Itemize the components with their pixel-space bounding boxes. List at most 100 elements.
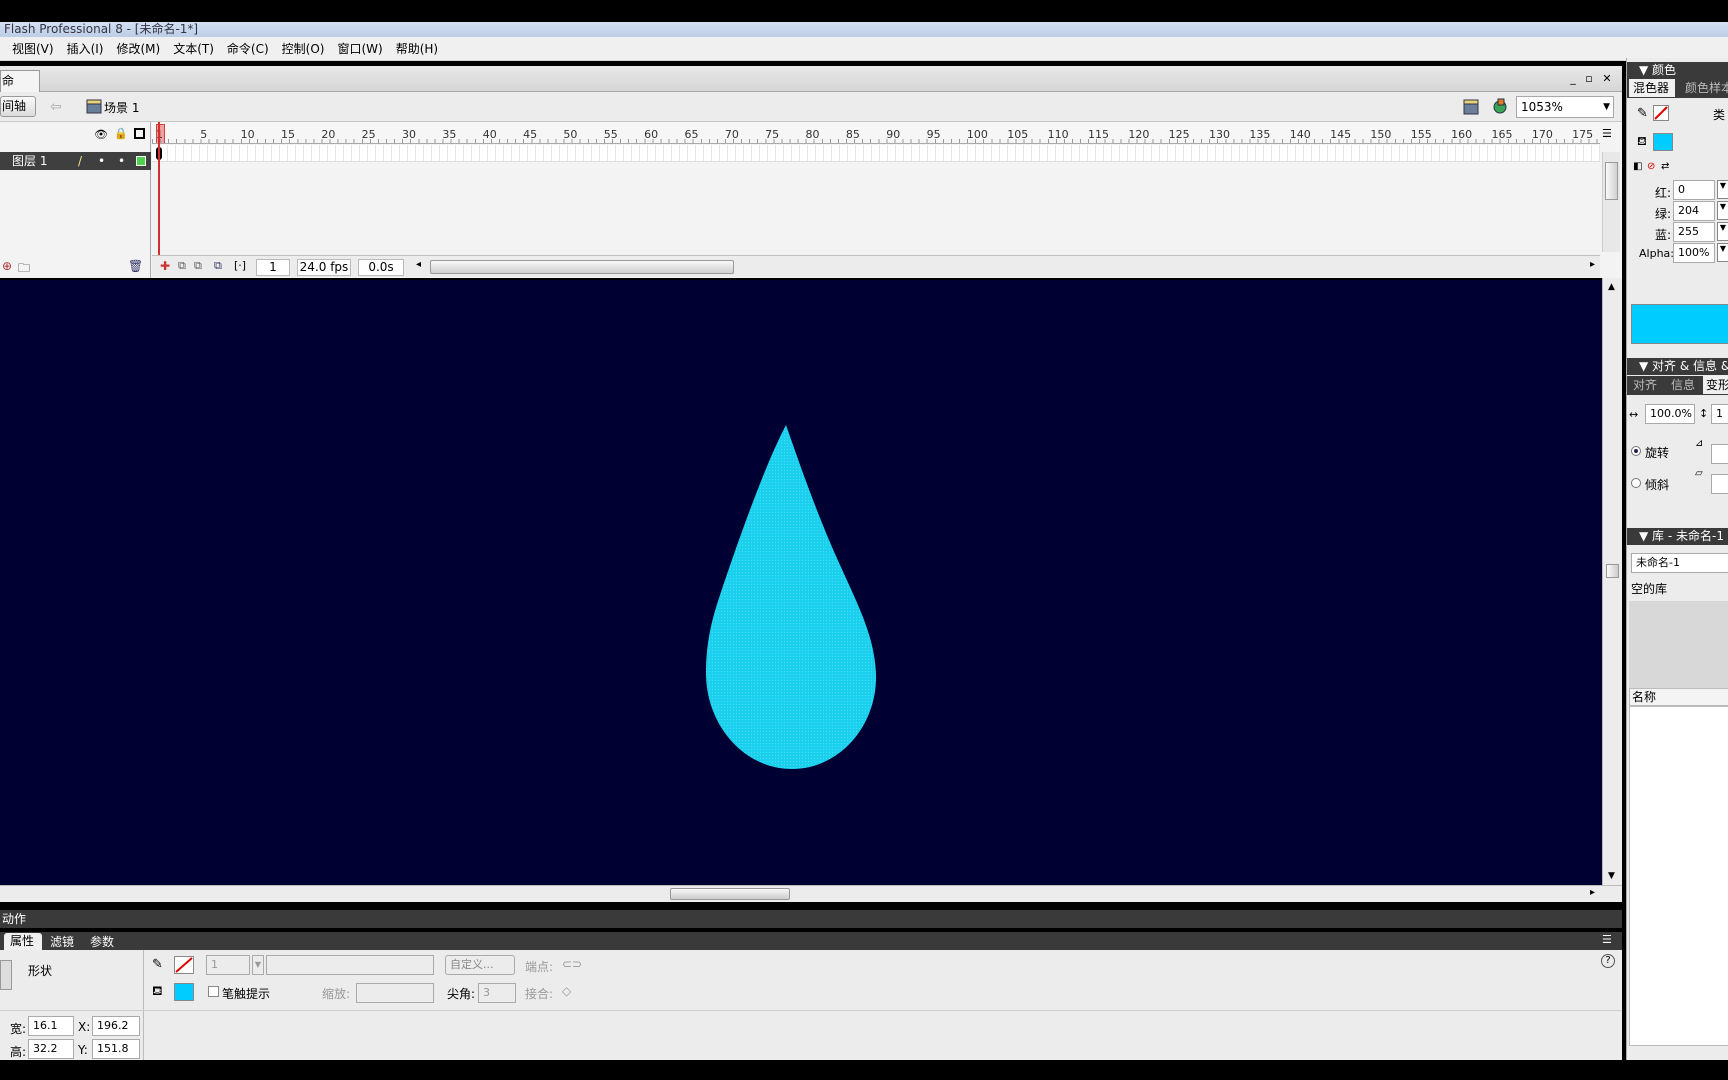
stage-vscroll-thumb[interactable] [1606, 564, 1619, 578]
stroke-color-swatch[interactable] [1653, 105, 1669, 121]
y-field[interactable]: 151.8 [92, 1039, 140, 1059]
stroke-height-chevron-icon[interactable]: ▼ [252, 955, 264, 975]
join-icon[interactable]: ◇ [562, 984, 571, 998]
miter-field[interactable]: 3 [478, 983, 516, 1003]
zoom-select[interactable]: 1053% ▼ [1516, 96, 1614, 118]
stroke-height-field[interactable]: 1 [206, 955, 250, 975]
stage-hscroll[interactable]: ▸ [0, 885, 1622, 902]
actions-panel-header[interactable]: 动作 [0, 910, 1622, 928]
scale-width-field[interactable]: 100.0% [1645, 404, 1695, 424]
menu-help[interactable]: 帮助(H) [396, 40, 438, 57]
height-field[interactable]: 32.2 [28, 1039, 74, 1059]
tab-properties[interactable]: 属性 [4, 933, 42, 950]
back-arrow-icon[interactable]: ⇦ [50, 100, 64, 114]
fill-color-swatch[interactable] [174, 983, 194, 1001]
tab-color-mixer[interactable]: 混色器 [1629, 79, 1675, 97]
panel-menu-icon[interactable]: ☰ [1602, 933, 1612, 946]
tab-color-swatches[interactable]: 颜色样本 [1685, 79, 1728, 97]
chevron-down-icon[interactable]: ▼ [1717, 222, 1728, 241]
frame-ruler[interactable]: 1510152025303540455055606570758085909510… [152, 122, 1600, 144]
lock-icon[interactable]: 🔒 [114, 127, 128, 140]
menu-commands[interactable]: 命令(C) [227, 40, 269, 57]
layer-outline-color[interactable] [136, 156, 146, 166]
scale-height-field[interactable]: 1 [1711, 404, 1728, 424]
menu-view[interactable]: 视图(V) [12, 40, 54, 57]
scale-select[interactable] [356, 983, 434, 1003]
align-panel-header[interactable]: ▼ 对齐 & 信息 & [1627, 358, 1728, 375]
onion-skin-icon[interactable]: ⧉ [178, 259, 186, 273]
library-list[interactable] [1629, 706, 1728, 1046]
frame-row[interactable] [152, 145, 1600, 162]
chevron-down-icon[interactable]: ▼ [1717, 243, 1728, 262]
alpha-field[interactable]: 100% [1673, 243, 1715, 263]
blue-field[interactable]: 255 [1673, 222, 1715, 242]
tab-parameters[interactable]: 参数 [90, 933, 114, 950]
frame-rate-field[interactable]: 24.0 fps [297, 259, 351, 276]
add-layer-icon[interactable]: ⊕ [2, 259, 12, 273]
edit-scene-icon[interactable] [1462, 98, 1480, 116]
rotate-field[interactable] [1711, 444, 1728, 464]
menu-insert[interactable]: 插入(I) [67, 40, 104, 57]
scroll-right-icon[interactable]: ▸ [1590, 887, 1595, 898]
add-folder-icon[interactable]: 🗀 [18, 259, 30, 280]
tab-filters[interactable]: 滤镜 [50, 933, 74, 950]
scroll-up-icon[interactable]: ▲ [1608, 282, 1615, 292]
modify-markers-icon[interactable]: [·] [234, 259, 246, 272]
menu-modify[interactable]: 修改(M) [116, 40, 160, 57]
menu-control[interactable]: 控制(O) [282, 40, 325, 57]
stage-hscroll-thumb[interactable] [670, 888, 790, 900]
cap-icon[interactable]: ⊂⊃ [562, 957, 582, 971]
chevron-down-icon[interactable]: ▼ [1717, 180, 1728, 199]
close-doc-button[interactable]: ✕ [1600, 72, 1614, 86]
skew-radio[interactable] [1631, 478, 1641, 488]
fill-color-swatch[interactable] [1653, 133, 1673, 151]
stroke-color-swatch[interactable] [174, 956, 194, 974]
help-icon[interactable]: ? [1601, 954, 1615, 968]
center-frame-icon[interactable]: ✚ [160, 259, 170, 273]
tab-info[interactable]: 信息 [1671, 376, 1695, 394]
menu-text[interactable]: 文本(T) [173, 40, 214, 57]
eye-icon[interactable]: 👁 [94, 128, 108, 141]
library-name-header[interactable]: 名称 [1629, 688, 1728, 706]
stage[interactable] [0, 280, 1602, 885]
minimize-doc-button[interactable]: _ [1566, 72, 1580, 86]
timeline-toggle-button[interactable]: 间轴 [0, 96, 36, 117]
chevron-down-icon[interactable]: ▼ [1717, 201, 1728, 220]
layer-row[interactable]: 图层 1 / • • [0, 152, 151, 170]
swap-colors-icon[interactable]: ⇄ [1661, 161, 1669, 172]
timeline-hscroll-thumb[interactable] [430, 260, 734, 274]
teardrop-shape[interactable] [700, 425, 880, 770]
tab-transform[interactable]: 变形 [1703, 376, 1728, 394]
scroll-right-icon[interactable]: ▸ [1590, 259, 1595, 270]
default-colors-icon[interactable]: ◧ [1633, 161, 1642, 172]
edit-symbol-icon[interactable] [1490, 97, 1510, 117]
x-field[interactable]: 196.2 [92, 1016, 140, 1036]
rotate-radio[interactable] [1631, 446, 1641, 456]
tab-align[interactable]: 对齐 [1633, 376, 1657, 394]
stroke-style-select[interactable] [266, 955, 434, 975]
scroll-left-icon[interactable]: ◂ [416, 259, 421, 270]
value-steppers[interactable]: ▼ ▼ ▼ ▼ [1717, 180, 1728, 263]
restore-doc-button[interactable]: ▫ [1582, 72, 1596, 86]
menu-window[interactable]: 窗口(W) [337, 40, 382, 57]
library-panel-header[interactable]: ▼ 库 - 未命名-1 [1627, 528, 1728, 545]
timeline-vscroll-thumb[interactable] [1605, 162, 1618, 200]
visible-dot-icon[interactable]: • [98, 152, 105, 170]
delete-layer-icon[interactable]: 🗑 [128, 259, 143, 273]
outline-icon[interactable] [134, 128, 145, 139]
stage-vscroll[interactable]: ▲ ▼ [1602, 278, 1622, 885]
edit-multiple-icon[interactable]: ⧉ [214, 259, 222, 273]
width-field[interactable]: 16.1 [28, 1016, 74, 1036]
color-panel-header[interactable]: ▼ 颜色 [1627, 62, 1728, 79]
scroll-down-icon[interactable]: ▼ [1608, 871, 1615, 881]
timeline-menu-icon[interactable]: ☰ [1602, 127, 1612, 140]
no-color-button-icon[interactable]: ⊘ [1647, 161, 1655, 172]
stroke-hinting-checkbox[interactable] [208, 986, 219, 997]
green-field[interactable]: 204 [1673, 201, 1715, 221]
library-document-select[interactable]: 未命名-1 [1631, 553, 1728, 573]
skew-field[interactable] [1711, 474, 1728, 494]
red-field[interactable]: 0 [1673, 180, 1715, 200]
onion-outline-icon[interactable]: ⧉ [194, 259, 202, 273]
lock-dot-icon[interactable]: • [118, 152, 125, 170]
timeline-vscroll[interactable] [1602, 152, 1620, 252]
